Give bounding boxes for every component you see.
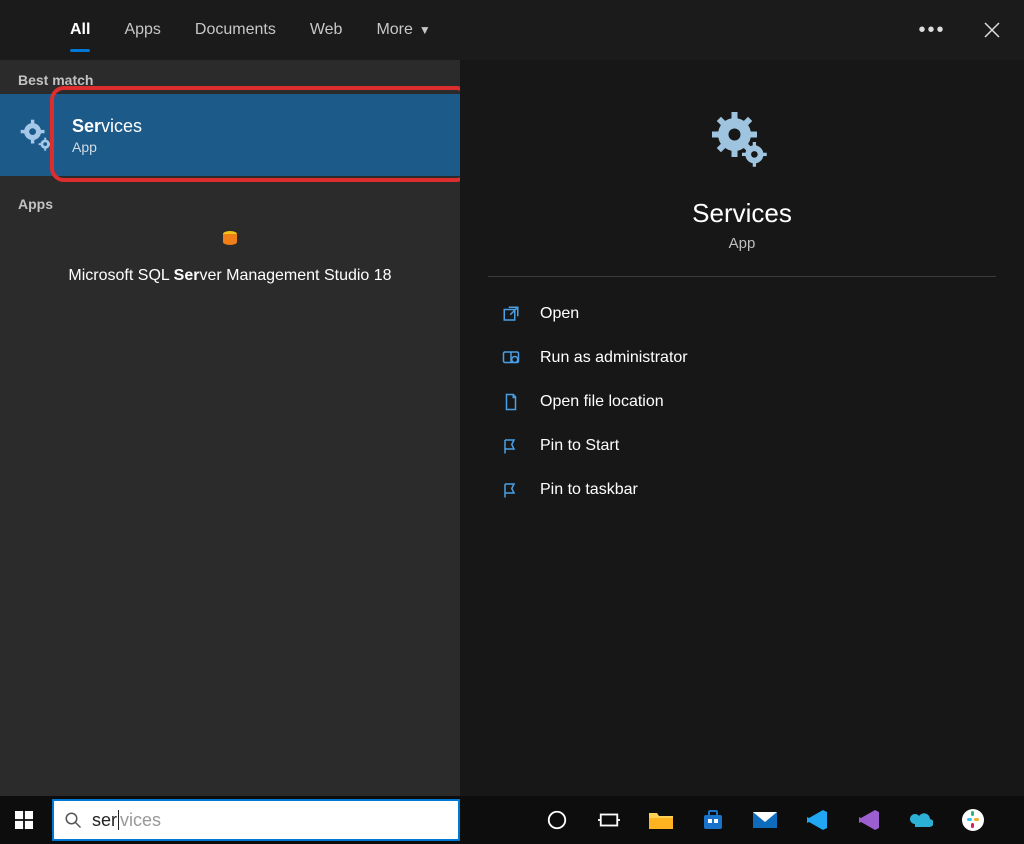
action-label: Run as administrator [540,349,688,367]
circle-icon [546,809,568,831]
chevron-down-icon: ▼ [419,23,431,37]
taskbar-microsoft-store[interactable] [690,796,736,844]
taskbar-mail[interactable] [742,796,788,844]
action-pin-to-taskbar[interactable]: Pin to taskbar [488,471,996,509]
action-run-as-admin[interactable]: Run as administrator [488,339,996,377]
task-view-icon [598,809,620,831]
folder-icon [648,809,674,831]
tab-more[interactable]: More ▼ [376,0,430,60]
action-label: Open file location [540,393,664,411]
action-label: Pin to taskbar [540,481,638,499]
taskbar-vscode[interactable] [794,796,840,844]
app-result-label: Microsoft SQL Server Management Studio 1… [68,266,391,796]
more-options-button[interactable]: ••• [920,18,944,42]
pin-icon [500,435,522,457]
taskbar-slack[interactable] [950,796,996,844]
start-button[interactable] [0,796,48,844]
windows-icon [15,811,33,829]
section-apps: Apps [0,184,460,218]
preview-panel: Services App Open Run as administrator [460,60,1024,796]
app-result-ssms[interactable]: Microsoft SQL Server Management Studio 1… [0,218,460,796]
search-icon [64,811,82,829]
taskbar-cortana[interactable] [534,796,580,844]
taskbar-task-view[interactable] [586,796,632,844]
gears-icon [710,110,774,174]
tab-more-label: More [376,21,412,39]
open-icon [500,303,522,325]
best-match-result[interactable]: Services App [0,94,460,176]
taskbar-search-input[interactable]: services [52,799,460,841]
taskbar-visual-studio[interactable] [846,796,892,844]
taskbar-file-explorer[interactable] [638,796,684,844]
mail-icon [752,809,778,831]
close-button[interactable] [980,18,1004,42]
close-icon [984,22,1000,38]
search-filter-tabs: All Apps Documents Web More ▼ ••• [0,0,1024,60]
best-match-title: Services [72,116,142,137]
action-open-file-location[interactable]: Open file location [488,383,996,421]
best-match-subtitle: App [72,139,142,155]
shield-icon [500,347,522,369]
visual-studio-icon [857,808,881,832]
folder-icon [500,391,522,413]
search-text: services [92,810,448,831]
action-label: Pin to Start [540,437,619,455]
action-label: Open [540,305,579,323]
slack-icon [961,808,985,832]
vscode-icon [805,808,829,832]
preview-title: Services [692,198,792,229]
tab-documents[interactable]: Documents [195,0,276,60]
results-panel: Best match [0,60,460,796]
section-best-match: Best match [0,60,460,94]
taskbar: services [0,796,1024,844]
tab-apps[interactable]: Apps [124,0,160,60]
cloud-gear-icon [909,808,933,832]
action-pin-to-start[interactable]: Pin to Start [488,427,996,465]
gears-icon [18,117,54,153]
taskbar-app-generic[interactable] [898,796,944,844]
tab-web[interactable]: Web [310,0,343,60]
ssms-icon [219,228,241,250]
preview-subtitle: App [729,235,756,252]
action-open[interactable]: Open [488,295,996,333]
pin-icon [500,479,522,501]
tab-all[interactable]: All [70,0,90,60]
store-icon [701,808,725,832]
